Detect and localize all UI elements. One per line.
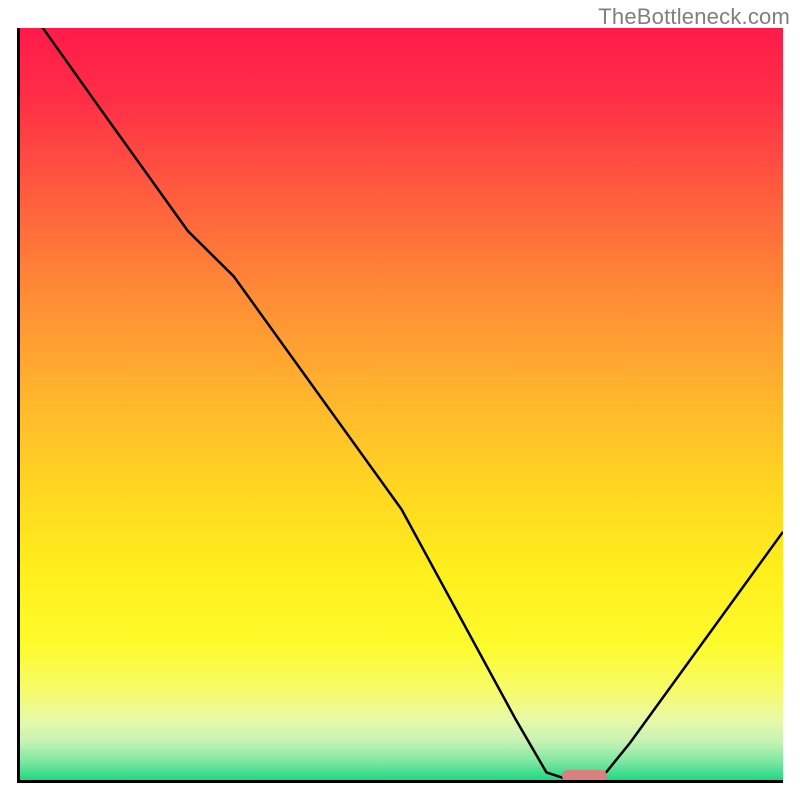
background-gradient bbox=[20, 28, 783, 780]
chart-container: TheBottleneck.com bbox=[0, 0, 800, 800]
watermark-text: TheBottleneck.com bbox=[598, 4, 790, 30]
plot-area bbox=[17, 28, 783, 783]
optimum-marker bbox=[562, 770, 608, 782]
